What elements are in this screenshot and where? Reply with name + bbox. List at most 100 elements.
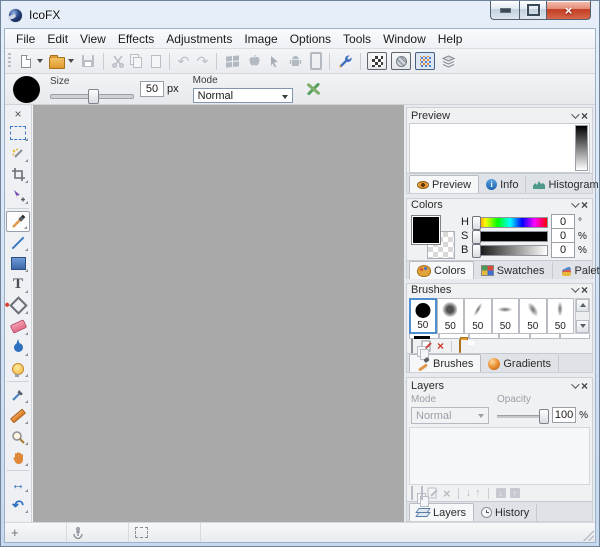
pencil-tool[interactable] <box>6 405 30 426</box>
hand-tool[interactable] <box>6 447 30 468</box>
cursor-button[interactable] <box>266 51 283 71</box>
pixel-grid-toggle-button[interactable] <box>415 52 435 70</box>
brightness-slider-thumb[interactable] <box>472 244 481 258</box>
transparency-toggle-button[interactable] <box>367 52 387 70</box>
collapse-chevron-icon[interactable] <box>571 199 579 207</box>
menu-tools[interactable]: Tools <box>337 31 377 47</box>
cut-button[interactable] <box>109 51 126 71</box>
menu-window[interactable]: Window <box>377 31 432 47</box>
opacity-slider-thumb[interactable] <box>539 409 549 424</box>
collapse-chevron-icon[interactable] <box>571 380 579 388</box>
brushes-scrollbar[interactable] <box>575 298 590 334</box>
brush-item[interactable]: 50 <box>547 298 575 334</box>
delete-layer-button[interactable]: × <box>443 487 451 500</box>
move-layer-up-button[interactable]: ↑ <box>475 488 481 499</box>
menu-adjustments[interactable]: Adjustments <box>160 31 238 47</box>
collapse-chevron-icon[interactable] <box>571 110 579 118</box>
panel-close-icon[interactable]: × <box>581 110 588 122</box>
paste-button[interactable] <box>147 51 164 71</box>
brush-item[interactable]: 50 <box>519 298 547 334</box>
move-layer-down-button[interactable]: ↓ <box>466 488 472 499</box>
antialias-icon[interactable] <box>305 81 321 97</box>
canvas[interactable] <box>32 105 404 522</box>
brush-item[interactable]: 50 <box>492 298 520 334</box>
menu-edit[interactable]: Edit <box>41 31 74 47</box>
line-tool[interactable] <box>6 232 30 253</box>
menu-image[interactable]: Image <box>238 31 283 47</box>
saturation-slider[interactable] <box>472 231 548 242</box>
layers-list[interactable] <box>409 427 590 485</box>
scroll-down-button[interactable] <box>576 320 589 333</box>
brightness-tool[interactable] <box>6 358 30 379</box>
merge-down-button[interactable]: ↓ <box>496 488 506 498</box>
panel-close-icon[interactable]: × <box>581 380 588 392</box>
menu-options[interactable]: Options <box>284 31 337 47</box>
new-brush-button[interactable] <box>411 340 413 352</box>
flip-tool[interactable]: ↔ <box>6 473 30 494</box>
load-brushes-button[interactable] <box>459 340 461 352</box>
brush-item[interactable]: 50 <box>409 298 437 334</box>
menu-help[interactable]: Help <box>432 31 469 47</box>
rectangle-tool[interactable] <box>6 253 30 274</box>
brush-item[interactable]: 50 <box>437 298 465 334</box>
brightness-input[interactable]: 0 <box>551 242 575 258</box>
tab-history[interactable]: History <box>474 504 537 521</box>
brush-shape-preview[interactable] <box>13 76 40 103</box>
brush-item[interactable]: 50 <box>464 298 492 334</box>
panel-close-icon[interactable]: × <box>581 284 588 296</box>
toolbar-grip[interactable] <box>8 53 11 69</box>
copy-button[interactable] <box>128 51 145 71</box>
saturation-slider-thumb[interactable] <box>472 230 481 244</box>
tab-preview[interactable]: Preview <box>409 175 479 193</box>
size-slider[interactable] <box>50 89 134 102</box>
blur-tool[interactable] <box>6 337 30 358</box>
minimize-button[interactable] <box>490 1 519 20</box>
maximize-button[interactable] <box>519 1 546 20</box>
crop-tool[interactable] <box>6 164 30 185</box>
menu-effects[interactable]: Effects <box>112 31 160 47</box>
color-picker-tool[interactable] <box>6 384 30 405</box>
flatten-button[interactable]: ↑ <box>510 488 520 498</box>
scroll-up-button[interactable] <box>576 299 589 312</box>
tab-palette[interactable]: Palette <box>553 262 600 279</box>
macintosh-icon-button[interactable] <box>244 51 264 71</box>
layer-mode-dropdown[interactable]: Normal <box>411 407 489 424</box>
size-slider-thumb[interactable] <box>88 89 99 104</box>
duplicate-layer-button[interactable] <box>421 487 423 499</box>
iphone-icon-button[interactable] <box>307 51 324 71</box>
open-button[interactable] <box>47 51 67 71</box>
zoom-tool[interactable] <box>6 426 30 447</box>
tab-swatches[interactable]: Swatches <box>474 262 553 279</box>
hue-slider-thumb[interactable] <box>472 216 481 230</box>
tab-info[interactable]: iInfo <box>479 176 526 193</box>
delete-brush-button[interactable]: × <box>437 340 444 352</box>
new-dropdown-arrow-icon[interactable] <box>37 59 43 63</box>
new-layer-button[interactable] <box>411 487 413 499</box>
resource-editor-button[interactable] <box>335 51 355 71</box>
brush-row-partial[interactable] <box>409 334 590 339</box>
mode-dropdown[interactable]: Normal <box>193 88 293 103</box>
select-tool[interactable] <box>6 122 30 143</box>
panel-close-icon[interactable]: × <box>581 199 588 211</box>
open-dropdown-arrow-icon[interactable] <box>68 59 74 63</box>
opacity-input[interactable]: 100 <box>552 407 576 423</box>
tab-histogram[interactable]: Histogram <box>526 176 600 193</box>
fill-tool[interactable] <box>6 295 30 316</box>
redo-button[interactable]: ↷ <box>194 51 211 71</box>
tab-gradients[interactable]: Gradients <box>481 355 559 372</box>
tab-brushes[interactable]: Brushes <box>409 354 481 372</box>
rotate-tool[interactable]: ↶ <box>6 494 30 515</box>
menu-file[interactable]: File <box>10 31 41 47</box>
tab-layers[interactable]: Layers <box>409 503 474 521</box>
move-tool[interactable] <box>6 185 30 206</box>
eraser-tool[interactable] <box>6 316 30 337</box>
save-button[interactable] <box>78 51 98 71</box>
close-button[interactable]: × <box>546 1 591 20</box>
menu-view[interactable]: View <box>74 31 112 47</box>
collapse-chevron-icon[interactable] <box>571 285 579 293</box>
text-tool[interactable]: T <box>6 274 30 295</box>
new-button[interactable] <box>16 51 36 71</box>
windows-icon-button[interactable] <box>222 51 242 71</box>
foreground-color-swatch[interactable] <box>411 215 441 245</box>
hue-slider[interactable] <box>472 217 548 228</box>
